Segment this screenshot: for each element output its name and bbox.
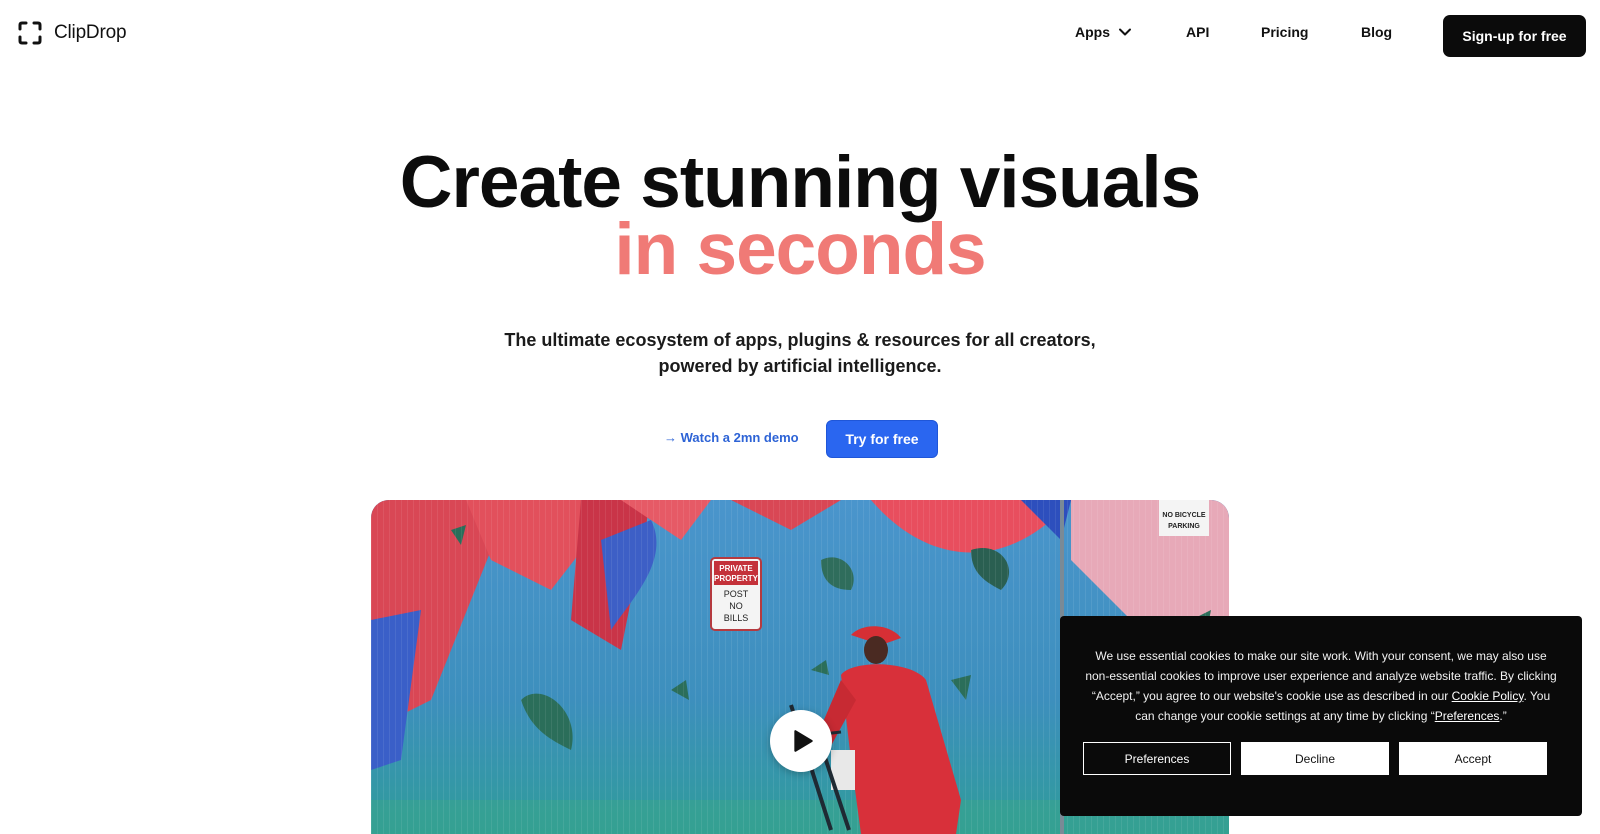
cookie-policy-link[interactable]: Cookie Policy bbox=[1452, 689, 1524, 703]
hero-subtitle: The ultimate ecosystem of apps, plugins … bbox=[0, 327, 1600, 379]
clipdrop-logo-icon bbox=[18, 21, 42, 45]
cookie-banner: We use essential cookies to make our sit… bbox=[1060, 616, 1582, 816]
cookie-text-end: .” bbox=[1499, 709, 1507, 723]
signup-button[interactable]: Sign-up for free bbox=[1443, 15, 1586, 57]
clipdrop-logo[interactable]: ClipDrop bbox=[18, 21, 127, 45]
nav-apps[interactable]: Apps bbox=[1075, 24, 1132, 40]
sign-private-line2: PROPERTY bbox=[714, 574, 759, 583]
sign-bicycle-line2: PARKING bbox=[1168, 523, 1200, 530]
hero-subtitle-line1: The ultimate ecosystem of apps, plugins … bbox=[504, 330, 1096, 350]
nav-blog[interactable]: Blog bbox=[1361, 24, 1392, 40]
watch-demo-link[interactable]: → Watch a 2mn demo bbox=[664, 430, 799, 445]
sign-post-line3: BILLS bbox=[724, 613, 749, 623]
hero-subtitle-line2: powered by artificial intelligence. bbox=[658, 356, 942, 376]
try-for-free-button[interactable]: Try for free bbox=[826, 420, 938, 458]
play-icon bbox=[794, 730, 813, 752]
sign-post-line2: NO bbox=[729, 601, 743, 611]
brand-name: ClipDrop bbox=[54, 22, 127, 43]
chevron-down-icon bbox=[1119, 28, 1131, 36]
play-button[interactable] bbox=[770, 710, 832, 772]
sign-bicycle-line1: NO BICYCLE bbox=[1162, 512, 1206, 519]
nav-apps-label: Apps bbox=[1075, 24, 1110, 40]
cookie-preferences-button[interactable]: Preferences bbox=[1083, 742, 1231, 775]
cookie-decline-button[interactable]: Decline bbox=[1241, 742, 1389, 775]
sign-private-line1: PRIVATE bbox=[719, 564, 753, 573]
nav-pricing[interactable]: Pricing bbox=[1261, 24, 1308, 40]
sign-post-line1: POST bbox=[724, 589, 749, 599]
cookie-text: We use essential cookies to make our sit… bbox=[1084, 646, 1558, 726]
hero-title-line2: in seconds bbox=[614, 209, 986, 290]
cookie-accept-button[interactable]: Accept bbox=[1399, 742, 1547, 775]
cookie-preferences-link[interactable]: Preferences bbox=[1435, 709, 1500, 723]
nav-api[interactable]: API bbox=[1186, 24, 1209, 40]
